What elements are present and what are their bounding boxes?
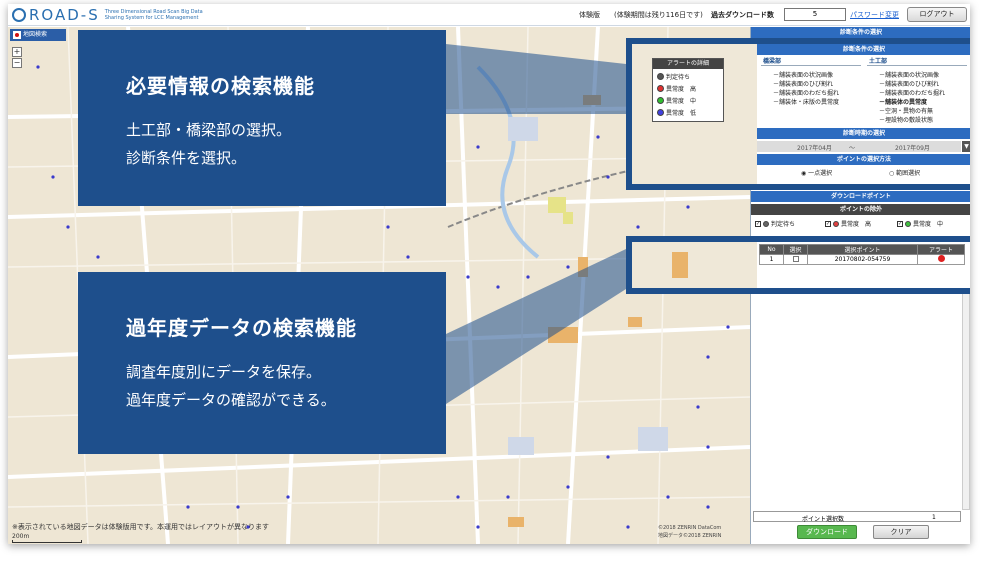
inset-map: アラートの詳細 判定待ち 異常度 高 異常度 中 異常度 低 <box>632 44 757 184</box>
column-header: アラート <box>917 244 965 255</box>
bridge-item[interactable]: －舗装表面の状況画像 <box>773 70 833 79</box>
alert-legend-title: アラートの詳細 <box>653 59 723 69</box>
range-select-radio[interactable]: ○ 範囲選択 <box>889 168 920 177</box>
row-select-checkbox[interactable] <box>783 254 808 265</box>
app-window: ROAD-S Three Dimensional Road Scan Big D… <box>8 4 970 544</box>
period-separator: ～ <box>849 145 856 152</box>
point-table: No 選択 選択ポイント アラート 1 20170802-054759 <box>759 244 965 265</box>
zoom-inset-conditions: アラートの詳細 判定待ち 異常度 高 異常度 中 異常度 低 診断条件の選択 橋… <box>626 38 970 190</box>
alert-label: 異常度 低 <box>666 110 697 117</box>
zoom-inset-table: No 選択 選択ポイント アラート 1 20170802-054759 <box>626 236 970 294</box>
column-header: No <box>759 244 784 255</box>
civil-label[interactable]: 土工部 <box>869 56 887 65</box>
civil-item[interactable]: －舗装表面の状況画像 <box>879 70 939 79</box>
row-number: 1 <box>759 254 784 265</box>
bridge-item[interactable]: －舗装体・床版の異常度 <box>773 97 839 106</box>
period-header: 診断時期の選択 <box>757 128 970 139</box>
alert-item: 異常度 中 <box>657 96 696 105</box>
alert-label: 異常度 中 <box>666 98 697 105</box>
column-header: 選択 <box>783 244 808 255</box>
civil-item[interactable]: －舗装表面のわだち掘れ <box>879 88 945 97</box>
row-alert <box>917 254 965 265</box>
civil-item[interactable]: －舗装表面のひび割れ <box>879 79 939 88</box>
alert-label: 異常度 高 <box>666 86 697 93</box>
conditions-header: 診断条件の選択 <box>757 44 970 55</box>
table-row[interactable]: 1 20170802-054759 <box>759 254 965 265</box>
civil-item[interactable]: －埋設物の敷設状態 <box>879 115 933 124</box>
method-header: ポイントの選択方法 <box>757 154 970 165</box>
bridge-item[interactable]: －舗装表面のわだち掘れ <box>773 88 839 97</box>
bridge-label[interactable]: 橋梁部 <box>763 56 781 65</box>
period-to[interactable]: 2017年09月 <box>895 143 930 152</box>
pending-dot-icon <box>657 73 664 80</box>
period-dropdown-icon[interactable]: ▼ <box>962 141 970 152</box>
inset-map <box>632 242 757 288</box>
alert-legend: アラートの詳細 判定待ち 異常度 高 異常度 中 異常度 低 <box>652 58 724 122</box>
period-from[interactable]: 2017年04月 <box>797 143 832 152</box>
civil-item[interactable]: －舗装体の異常度 <box>879 97 927 106</box>
period-selector[interactable]: 2017年04月 ～ 2017年09月 <box>757 141 961 152</box>
high-dot-icon <box>657 85 664 92</box>
civil-item[interactable]: －空洞・異物の有無 <box>879 106 933 115</box>
inset-table-panel: No 選択 選択ポイント アラート 1 20170802-054759 <box>757 242 970 288</box>
row-point-id: 20170802-054759 <box>807 254 918 265</box>
alert-dot-icon <box>937 255 945 262</box>
alert-item: 異常度 低 <box>657 108 696 117</box>
alert-label: 判定待ち <box>666 74 691 81</box>
column-header: 選択ポイント <box>807 244 918 255</box>
inset-conditions-panel: 診断条件の選択 橋梁部 土工部 －舗装表面の状況画像 －舗装表面のひび割れ －舗… <box>757 44 970 184</box>
table-header-row: No 選択 選択ポイント アラート <box>759 244 965 255</box>
bridge-item[interactable]: －舗装表面のひび割れ <box>773 79 833 88</box>
low-dot-icon <box>657 109 664 116</box>
alert-item: 判定待ち <box>657 72 690 81</box>
single-select-radio[interactable]: ◉ 一点選択 <box>801 168 832 177</box>
alert-item: 異常度 高 <box>657 84 696 93</box>
medium-dot-icon <box>657 97 664 104</box>
